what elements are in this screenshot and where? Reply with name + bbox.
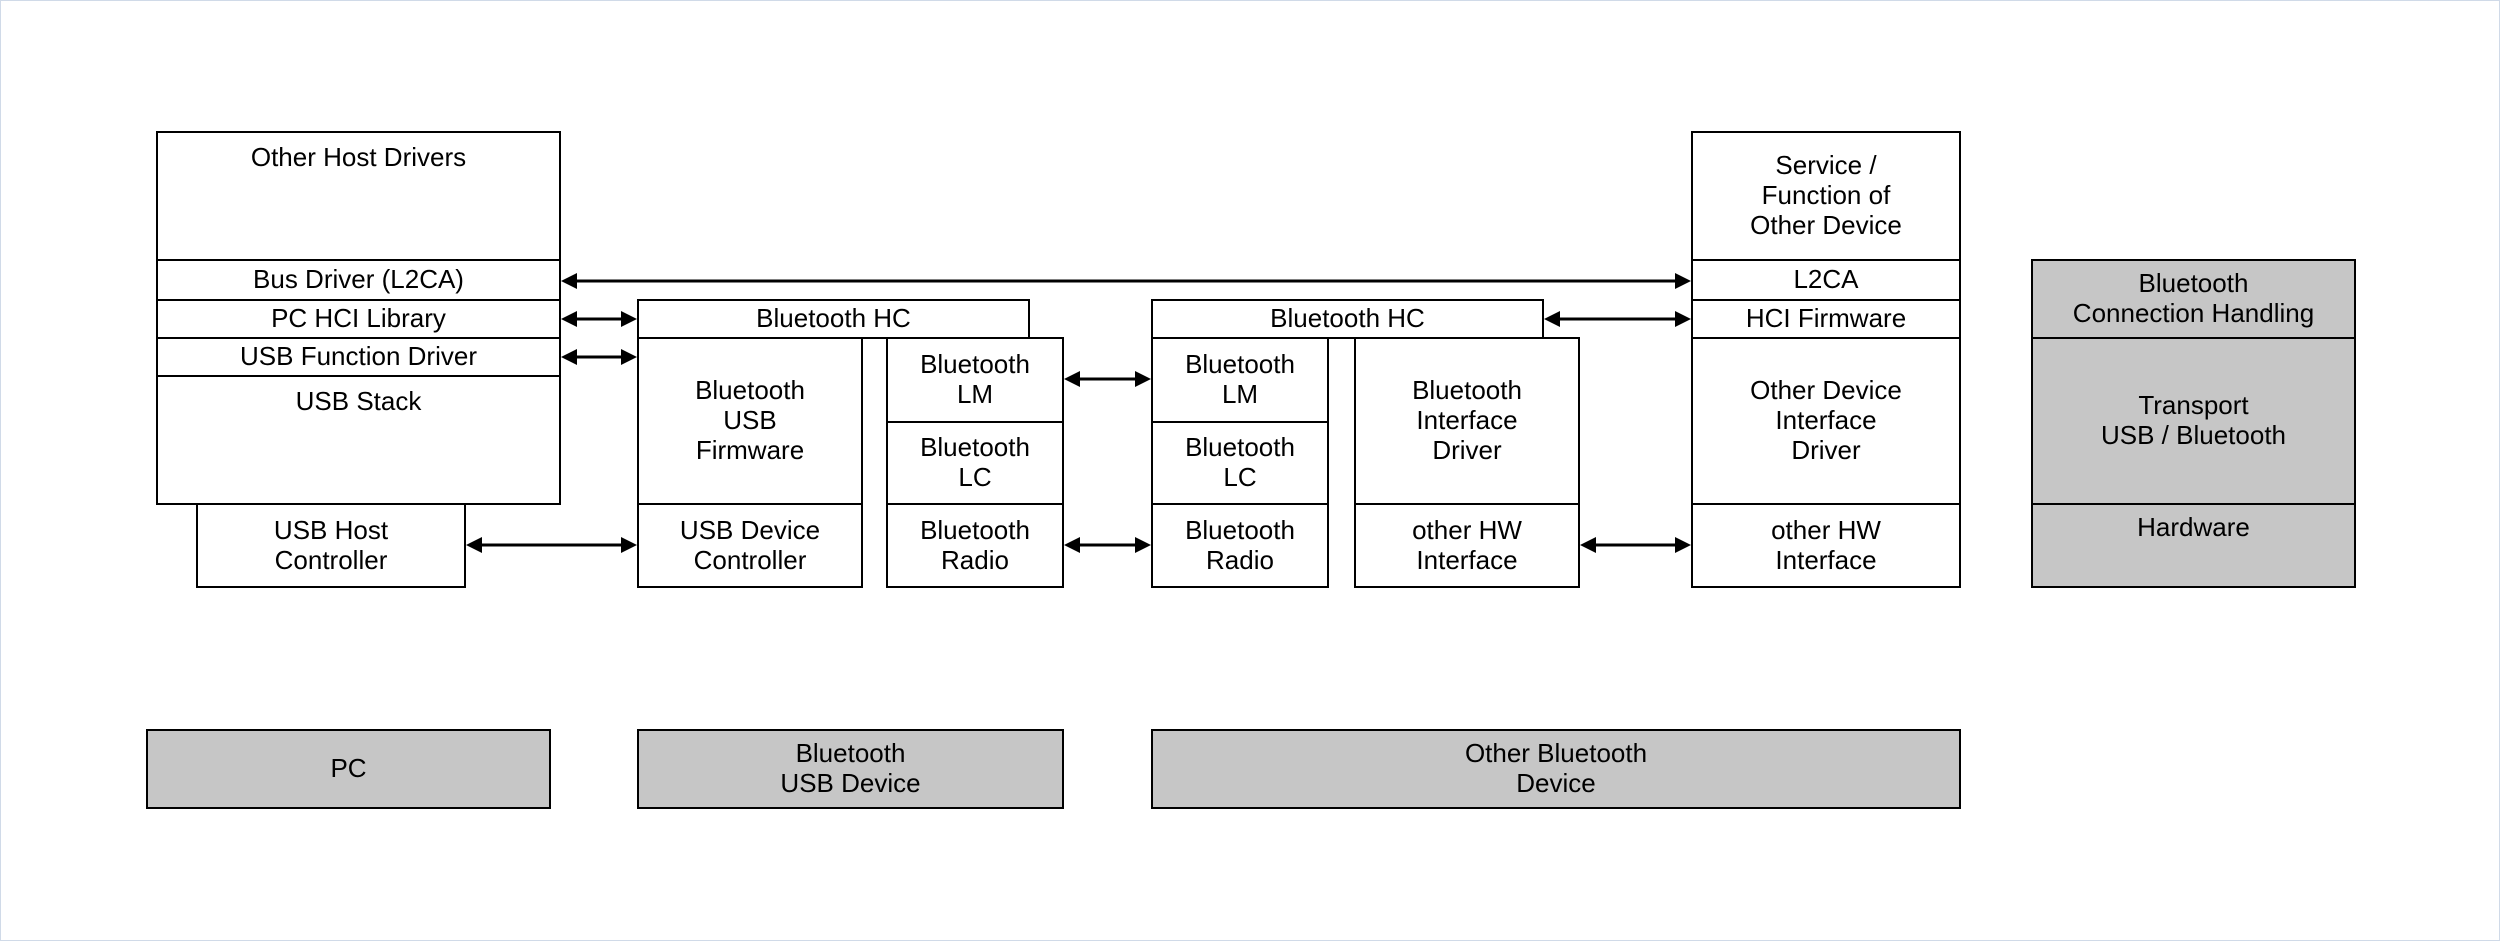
- usb-host-controller-box: USB HostController: [196, 503, 466, 588]
- bt-usb-lm-box: BluetoothLM: [886, 337, 1064, 423]
- footer-other-bt-device: Other BluetoothDevice: [1151, 729, 1961, 809]
- hci-firmware-box: HCI Firmware: [1691, 299, 1961, 339]
- arrow-otherhw-to-otherhw: [1580, 531, 1691, 559]
- legend-hardware: Hardware: [2031, 503, 2356, 588]
- bt-usb-hc-box: Bluetooth HC: [637, 299, 1030, 339]
- arrow-bus-driver-to-l2ca: [561, 267, 1691, 295]
- usb-function-driver-box: USB Function Driver: [156, 337, 561, 377]
- arrow-usbhost-to-usbdevice: [466, 531, 637, 559]
- arrow-btlm-to-btlm: [1064, 365, 1151, 393]
- usb-stack-box: USB Stack: [156, 375, 561, 505]
- other-device-hw-interface-box: other HWInterface: [1691, 503, 1961, 588]
- pc-hci-library-box: PC HCI Library: [156, 299, 561, 339]
- other-bt-hc-box: Bluetooth HC: [1151, 299, 1544, 339]
- bt-usb-radio-box: BluetoothRadio: [886, 503, 1064, 588]
- arrow-pchci-to-bthc: [561, 305, 637, 333]
- arrow-usbfunc-to-btusbfw: [561, 343, 637, 371]
- other-host-drivers-box: Other Host Drivers: [156, 131, 561, 261]
- other-bt-radio-box: BluetoothRadio: [1151, 503, 1329, 588]
- other-bt-lm-box: BluetoothLM: [1151, 337, 1329, 423]
- bt-usb-lc-box: BluetoothLC: [886, 421, 1064, 505]
- service-function-box: Service /Function ofOther Device: [1691, 131, 1961, 261]
- bus-driver-box: Bus Driver (L2CA): [156, 259, 561, 301]
- l2ca-box: L2CA: [1691, 259, 1961, 301]
- other-bt-hw-interface-box: other HWInterface: [1354, 503, 1580, 588]
- footer-pc: PC: [146, 729, 551, 809]
- legend-bt-conn-handling: BluetoothConnection Handling: [2031, 259, 2356, 339]
- legend-transport: TransportUSB / Bluetooth: [2031, 337, 2356, 505]
- other-bt-lc-box: BluetoothLC: [1151, 421, 1329, 505]
- bt-usb-firmware-box: BluetoothUSBFirmware: [637, 337, 863, 505]
- arrow-btradio-to-btradio: [1064, 531, 1151, 559]
- arrow-bthc-to-hcifw: [1544, 305, 1691, 333]
- footer-bt-usb-device: BluetoothUSB Device: [637, 729, 1064, 809]
- other-bt-interface-driver-box: BluetoothInterfaceDriver: [1354, 337, 1580, 505]
- usb-device-controller-box: USB DeviceController: [637, 503, 863, 588]
- other-device-interface-driver-box: Other DeviceInterfaceDriver: [1691, 337, 1961, 505]
